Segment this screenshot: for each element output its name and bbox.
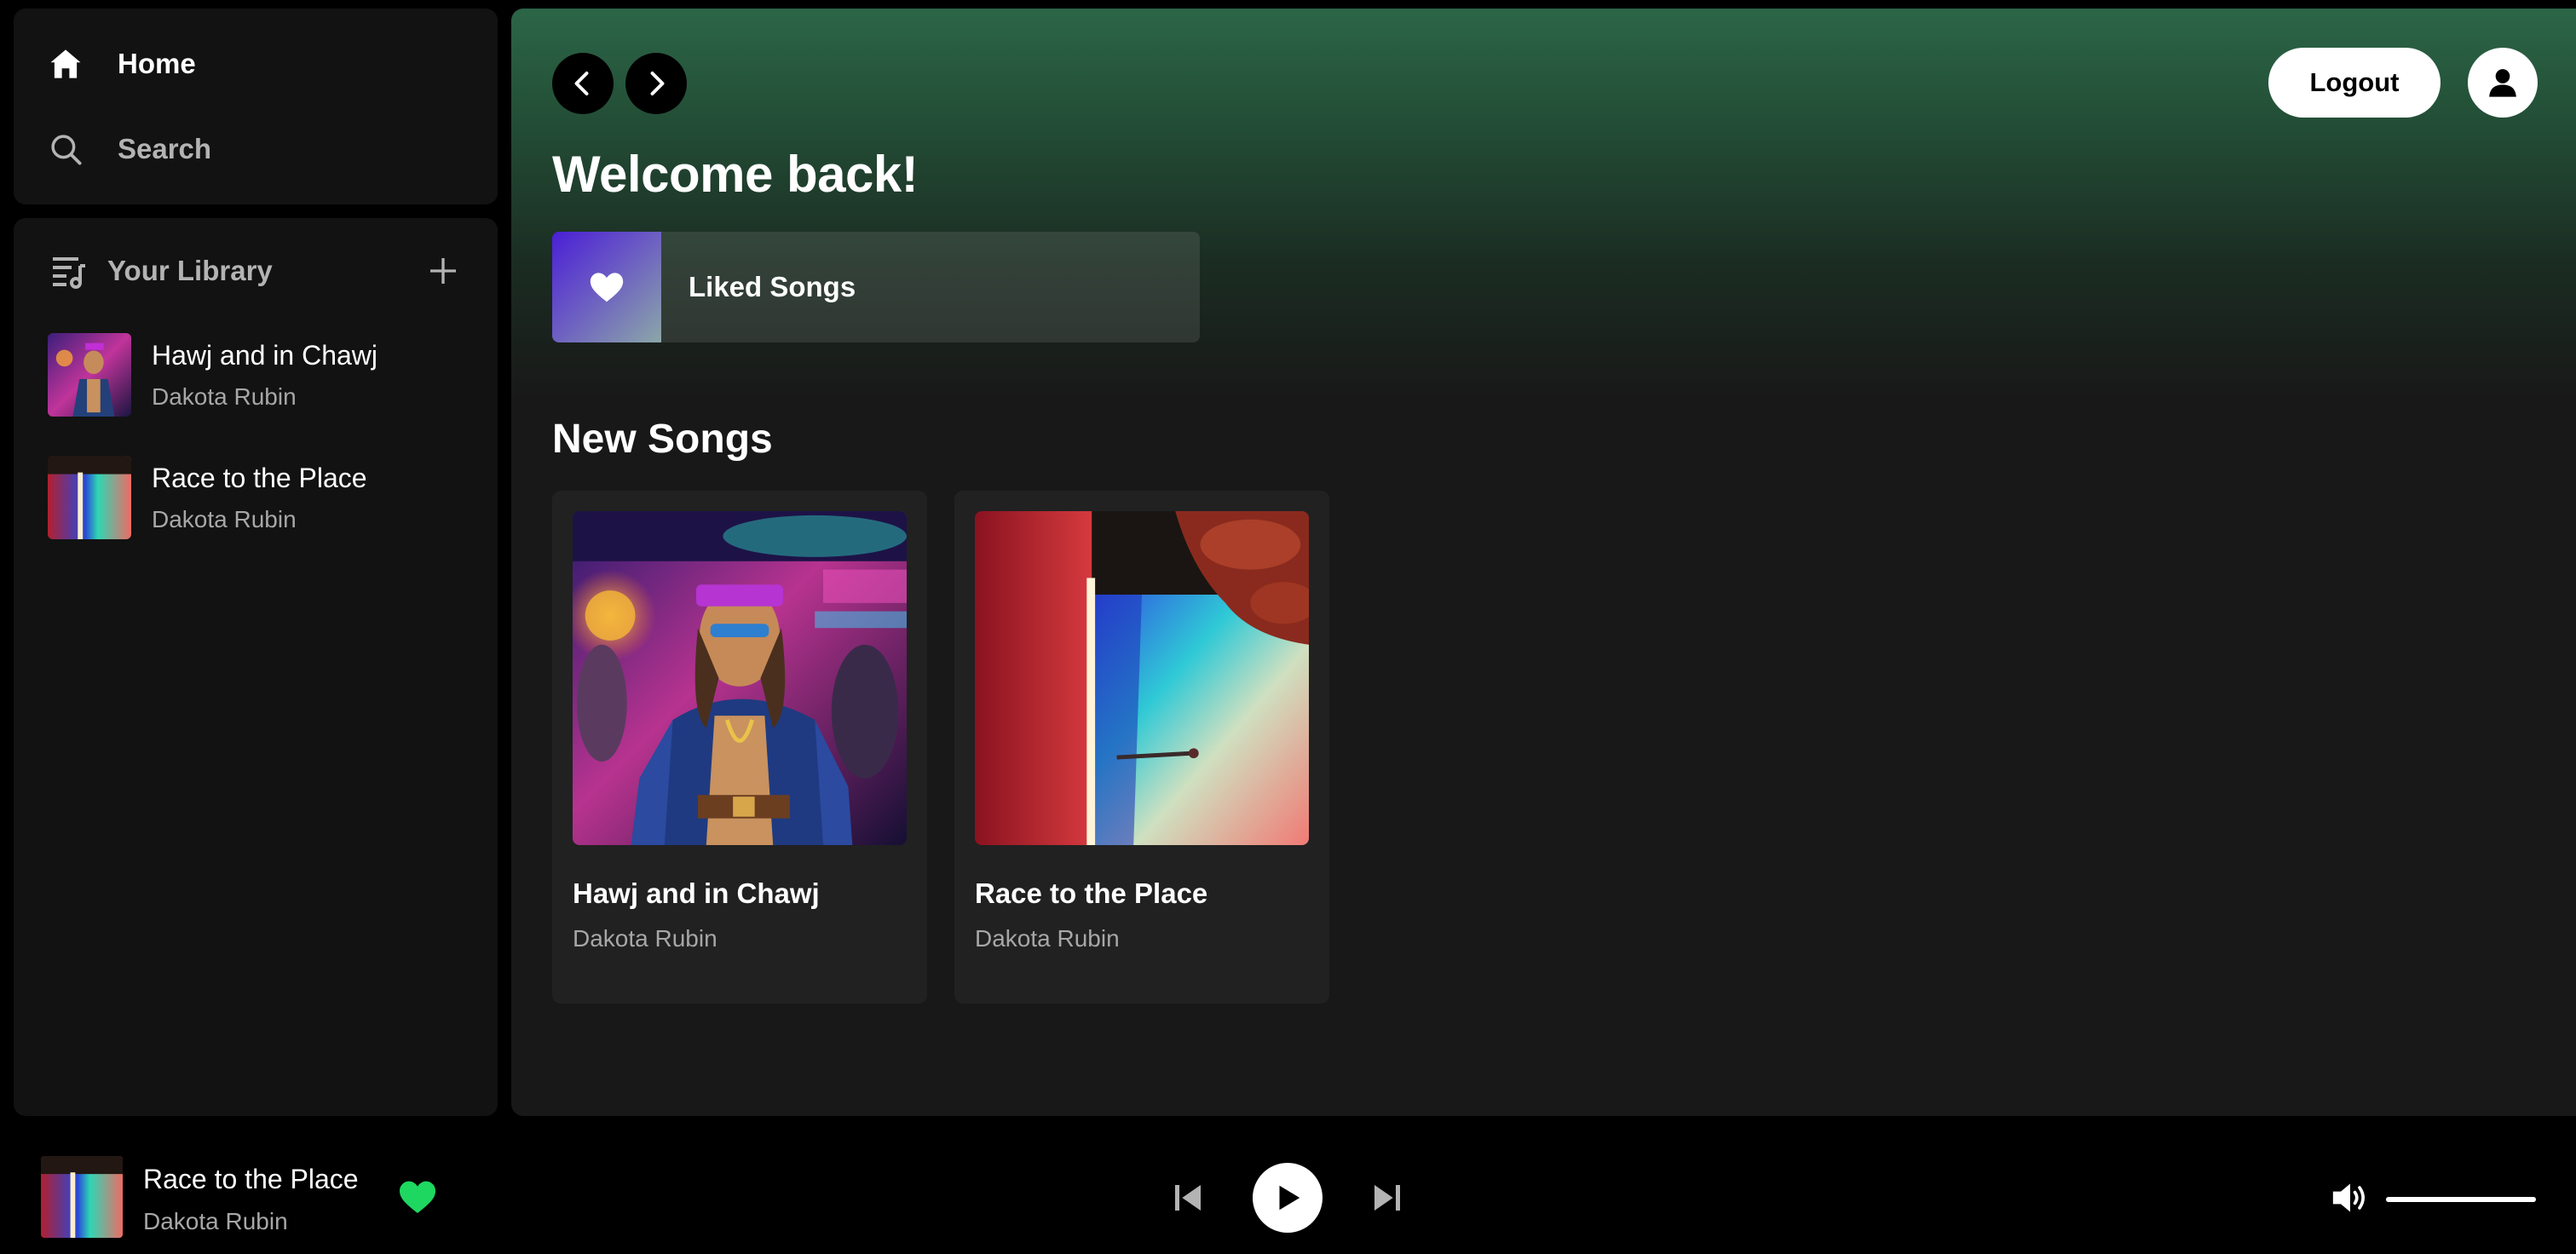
library-item-name: Race to the Place: [152, 462, 367, 493]
library-item-artist: Dakota Rubin: [152, 383, 297, 410]
library-item-cover: [48, 456, 131, 539]
search-icon: [48, 131, 84, 167]
volume-icon: [2332, 1183, 2365, 1212]
song-card[interactable]: Race to the Place Dakota Rubin: [954, 491, 1329, 1004]
nav-home[interactable]: Home: [48, 46, 196, 82]
now-playing-artist[interactable]: Dakota Rubin: [143, 1208, 288, 1235]
liked-songs-cover: [552, 232, 661, 342]
sidebar-nav: Home Search: [14, 9, 498, 204]
profile-button[interactable]: [2468, 48, 2538, 118]
liked-songs-label: Liked Songs: [689, 271, 856, 302]
back-button[interactable]: [552, 53, 614, 114]
volume-button[interactable]: [2330, 1179, 2371, 1217]
library-toggle[interactable]: Your Library: [48, 250, 273, 291]
library-panel: Your Library Hawj and in Chawj Dakota Ru…: [14, 218, 498, 1116]
nav-search-label: Search: [118, 133, 212, 164]
next-icon: [1374, 1185, 1400, 1211]
library-item-artist: Dakota Rubin: [152, 505, 297, 532]
play-button[interactable]: [1253, 1163, 1323, 1233]
library-item-cover: [48, 333, 131, 417]
song-artist: Dakota Rubin: [975, 925, 1120, 952]
chevron-left-icon: [574, 72, 589, 95]
library-item[interactable]: Hawj and in Chawj Dakota Rubin: [48, 332, 481, 417]
song-card[interactable]: Hawj and in Chawj Dakota Rubin: [552, 491, 927, 1004]
section-title: New Songs: [552, 417, 773, 462]
like-button[interactable]: [397, 1177, 438, 1215]
nav-home-label: Home: [118, 48, 196, 79]
song-title: Race to the Place: [975, 877, 1208, 909]
previous-icon: [1175, 1185, 1201, 1211]
main-content: Logout Welcome back! Liked Songs New Son…: [511, 9, 2576, 1116]
song-cover: [975, 511, 1309, 845]
add-playlist-button[interactable]: [423, 250, 464, 291]
library-icon: [48, 250, 89, 291]
forward-button[interactable]: [625, 53, 687, 114]
volume-level: [2386, 1197, 2536, 1202]
now-playing-cover[interactable]: [41, 1156, 123, 1238]
chevron-right-icon: [650, 72, 665, 95]
play-icon: [1279, 1185, 1300, 1211]
heart-icon: [590, 273, 624, 302]
player-bar: Race to the Place Dakota Rubin: [0, 1116, 2576, 1254]
page-title: Welcome back!: [552, 146, 919, 203]
logout-button[interactable]: Logout: [2268, 48, 2441, 118]
previous-button[interactable]: [1169, 1177, 1207, 1218]
library-item[interactable]: Race to the Place Dakota Rubin: [48, 455, 481, 540]
song-cover: [573, 511, 907, 845]
plus-icon: [430, 258, 456, 284]
liked-songs-card[interactable]: Liked Songs: [552, 232, 1200, 342]
user-icon: [2489, 69, 2516, 97]
library-item-name: Hawj and in Chawj: [152, 339, 378, 371]
home-icon: [48, 46, 84, 82]
next-button[interactable]: [1369, 1177, 1406, 1218]
library-title: Your Library: [107, 255, 273, 286]
now-playing-title[interactable]: Race to the Place: [143, 1164, 359, 1195]
volume-slider[interactable]: [2386, 1197, 2536, 1202]
heart-icon: [400, 1181, 435, 1213]
nav-search[interactable]: Search: [48, 131, 211, 167]
song-title: Hawj and in Chawj: [573, 877, 820, 909]
song-artist: Dakota Rubin: [573, 925, 717, 952]
library-header: Your Library: [48, 245, 464, 296]
